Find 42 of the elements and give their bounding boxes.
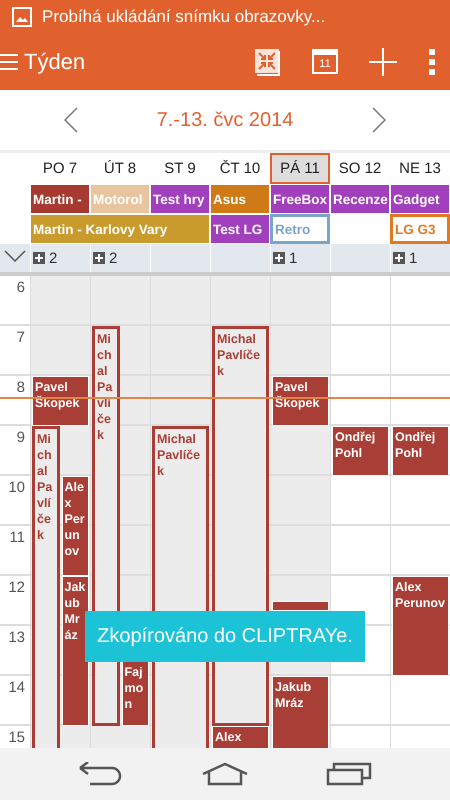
- event[interactable]: Jakub Mráz: [62, 576, 89, 726]
- all-day-event[interactable]: Gadget: [390, 184, 450, 214]
- notification-text: Probíhá ukládání snímku obrazovky...: [42, 6, 326, 26]
- event[interactable]: Ondřej Pohl: [392, 426, 449, 476]
- plus-icon[interactable]: [393, 252, 405, 264]
- more-count: 2: [109, 250, 118, 266]
- picture-icon: [12, 6, 32, 26]
- chevron-down-icon[interactable]: [4, 250, 26, 262]
- all-day-event[interactable]: Test LG: [210, 214, 270, 244]
- event[interactable]: Michal Pavlíček: [32, 426, 60, 748]
- event[interactable]: Ondřej Pohl: [332, 426, 389, 476]
- more-count: 1: [409, 250, 418, 266]
- overflow-cell[interactable]: 2: [30, 244, 90, 272]
- event[interactable]: Jakub Mráz: [272, 676, 329, 748]
- overflow-cell[interactable]: [150, 244, 210, 272]
- plus-icon[interactable]: [33, 252, 45, 264]
- event[interactable]: Pavel Škopek: [32, 376, 89, 426]
- plus-icon[interactable]: [273, 252, 285, 264]
- overflow-cell[interactable]: [330, 244, 390, 272]
- all-day-event[interactable]: Test hry: [150, 184, 210, 214]
- date-range: 7.-13. čvc 2014: [156, 108, 294, 132]
- all-day-event[interactable]: Martin -: [30, 184, 90, 214]
- all-day-event[interactable]: FreeBox: [270, 184, 330, 214]
- event[interactable]: Fajmon: [122, 661, 149, 726]
- all-day-event[interactable]: Recenze: [330, 184, 390, 214]
- event[interactable]: Alex: [212, 726, 269, 748]
- all-day-event[interactable]: Asus: [210, 184, 270, 214]
- more-count: 1: [289, 250, 298, 266]
- overflow-cell[interactable]: 1: [270, 244, 330, 272]
- overflow-cell[interactable]: [210, 244, 270, 272]
- plus-icon[interactable]: [93, 252, 105, 264]
- event[interactable]: Pavel Škopek: [272, 376, 329, 426]
- event[interactable]: Alex Perunov: [392, 576, 449, 676]
- more-count: 2: [49, 250, 58, 266]
- view-title: Týden: [24, 48, 86, 74]
- menu-icon: [0, 54, 20, 70]
- event[interactable]: Alex Perunov: [62, 476, 89, 576]
- day-header[interactable]: PÁ 11: [270, 153, 330, 184]
- event[interactable]: [272, 601, 329, 611]
- copy-toast: Zkopírováno do CLIPTRAYe.: [85, 611, 365, 662]
- overflow-cell[interactable]: 2: [90, 244, 150, 272]
- overflow-cell[interactable]: 1: [390, 244, 450, 272]
